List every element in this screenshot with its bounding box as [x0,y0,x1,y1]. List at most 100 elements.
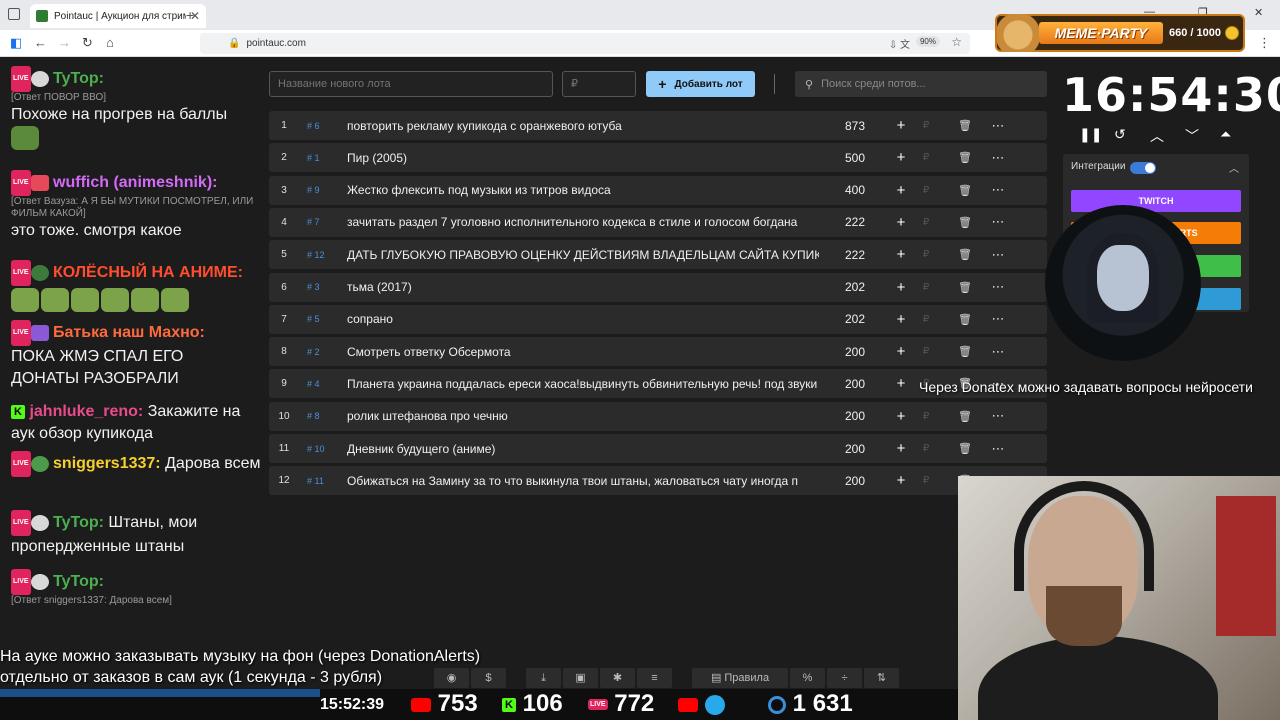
add-amount-icon[interactable]: + [891,440,911,457]
lot-name[interactable]: Планета украина поддалась ереси хаоса!вы… [347,377,819,391]
download-icon[interactable]: ⤓ [526,668,561,688]
address-bar[interactable]: 🔒 pointauc.com ⇩ 文 90% ☆ [200,33,970,54]
ruble-input-icon[interactable]: ₽ [911,411,941,422]
delete-icon[interactable]: 🗑 [941,442,989,455]
ruble-input-icon[interactable]: ₽ [911,282,941,293]
ruble-input-icon[interactable]: ₽ [911,443,941,454]
ruble-input-icon[interactable]: ₽ [911,346,941,357]
add-amount-icon[interactable]: + [891,214,911,231]
ruble-input-icon[interactable]: ₽ [911,152,941,163]
new-lot-name-input[interactable] [269,71,553,97]
add-amount-icon[interactable]: + [891,375,911,392]
bookmark-star-icon[interactable]: ☆ [951,35,962,49]
lot-amount[interactable]: 200 [819,409,891,423]
add-amount-icon[interactable]: + [891,408,911,425]
lot-fast-id[interactable]: # 6 [299,121,347,131]
more-options-icon[interactable]: ⋯ [989,182,1007,198]
more-options-icon[interactable]: ⋯ [989,344,1007,360]
lot-amount[interactable]: 200 [819,474,891,488]
lot-fast-id[interactable]: # 1 [299,153,347,163]
lot-name[interactable]: Пир (2005) [347,151,819,165]
lot-row[interactable]: 8 # 2 Смотреть ответку Обсермота 200 + ₽ 🗑 ⋯ [269,337,1047,367]
save-icon[interactable]: ▣ [563,668,598,688]
add-amount-icon[interactable]: + [891,279,911,296]
lot-fast-id[interactable]: # 8 [299,411,347,421]
rules-button[interactable]: ▤ Правила [692,668,788,688]
add-lot-button[interactable]: + Добавить лот [646,71,755,97]
delete-icon[interactable]: 🗑 [941,119,989,132]
delete-icon[interactable]: 🗑 [941,410,989,423]
lot-row[interactable]: 10 # 8 ролик штефанова про чечню 200 + ₽ 🗑 ⋯ [269,401,1047,431]
tab-list-icon[interactable] [8,8,20,20]
lot-name[interactable]: Жестко флексить под музыки из титров вид… [347,183,819,197]
clear-icon[interactable]: ≡ [637,668,672,688]
forward-icon[interactable]: → [58,35,71,50]
more-options-icon[interactable]: ⋯ [989,118,1007,134]
more-options-icon[interactable]: ⋯ [989,441,1007,457]
lot-name[interactable]: ДАТЬ ГЛУБОКУЮ ПРАВОВУЮ ОЦЕНКУ ДЕЙСТВИЯМ … [347,248,819,262]
reload-icon[interactable]: ↻ [82,35,93,51]
lot-row[interactable]: 7 # 5 сопрано 202 + ₽ 🗑 ⋯ [269,304,1047,334]
lot-amount[interactable]: 222 [819,215,891,229]
divide-icon[interactable]: ÷ [827,668,862,688]
back-icon[interactable]: ← [34,35,47,50]
lot-amount[interactable]: 200 [819,377,891,391]
lot-name[interactable]: ролик штефанова про чечню [347,409,819,423]
more-options-icon[interactable]: ⋯ [989,279,1007,295]
ruble-input-icon[interactable]: ₽ [911,120,941,131]
lot-amount[interactable]: 202 [819,280,891,294]
donate-icon[interactable]: $ [471,668,506,688]
add-amount-icon[interactable]: + [891,472,911,489]
lot-amount[interactable]: 873 [819,119,891,133]
lot-name[interactable]: Обижаться на Замину за то что выкинула т… [347,474,819,488]
lot-row[interactable]: 12 # 11 Обижаться на Замину за то что выки… [269,466,1047,496]
add-amount-icon[interactable]: + [891,117,911,134]
lot-search-input[interactable]: ⚲ Поиск среди потов... [795,71,1047,97]
add-amount-icon[interactable]: + [891,246,911,263]
chevron-down-icon[interactable]: ﹀ [1185,126,1199,146]
ruble-input-icon[interactable]: ₽ [911,185,941,196]
lot-name[interactable]: повторить рекламу купикода с оранжевого … [347,119,819,133]
delete-icon[interactable]: 🗑 [941,151,989,164]
new-lot-price-input[interactable] [562,71,636,97]
more-options-icon[interactable]: ⋯ [989,408,1007,424]
collapse-icon[interactable]: ︿ [1229,160,1239,175]
reset-icon[interactable]: ↺ [1114,126,1126,143]
lot-fast-id[interactable]: # 10 [299,444,347,454]
bug-icon[interactable]: ✱ [600,668,635,688]
delete-icon[interactable]: 🗑 [941,281,989,294]
pause-icon[interactable]: ❚❚ [1079,126,1102,143]
add-amount-icon[interactable]: + [891,343,911,360]
lot-row[interactable]: 3 # 9 Жестко флексить под музыки из титров… [269,175,1047,205]
ruble-input-icon[interactable]: ₽ [911,217,941,228]
delete-icon[interactable]: 🗑 [941,216,989,229]
lot-amount[interactable]: 202 [819,312,891,326]
ruble-input-icon[interactable]: ₽ [911,475,941,486]
ruble-input-icon[interactable]: ₽ [911,249,941,260]
more-options-icon[interactable]: ⋯ [989,150,1007,166]
lot-amount[interactable]: 400 [819,183,891,197]
percent-button[interactable]: % [790,668,825,688]
sort-icon[interactable]: ⇅ [864,668,899,688]
new-tab-icon[interactable]: + [186,7,194,23]
lot-fast-id[interactable]: # 3 [299,282,347,292]
add-amount-icon[interactable]: + [891,149,911,166]
lot-row[interactable]: 6 # 3 тьма (2017) 202 + ₽ 🗑 ⋯ [269,272,1047,302]
delete-icon[interactable]: 🗑 [941,248,989,261]
more-options-icon[interactable]: ⋯ [989,247,1007,263]
translate-icon[interactable]: ⇩ 文 [889,36,910,51]
more-options-icon[interactable]: ⋯ [989,214,1007,230]
lot-row[interactable]: 2 # 1 Пир (2005) 500 + ₽ 🗑 ⋯ [269,143,1047,173]
more-options-icon[interactable]: ⋯ [989,311,1007,327]
delete-icon[interactable]: 🗑 [941,184,989,197]
home-icon[interactable]: ⌂ [106,35,114,50]
lot-fast-id[interactable]: # 5 [299,314,347,324]
github-icon[interactable]: ◉ [434,668,469,688]
lot-row[interactable]: 1 # 6 повторить рекламу купикода с оранжев… [269,111,1047,140]
lot-row[interactable]: 5 # 12 ДАТЬ ГЛУБОКУЮ ПРАВОВУЮ ОЦЕНКУ ДЕЙСТ… [269,240,1047,270]
lot-amount[interactable]: 200 [819,345,891,359]
integrations-toggle[interactable] [1130,162,1156,174]
browser-tab-active[interactable]: Pointauc | Аукцион для стриме ✕ [30,4,206,28]
lot-name[interactable]: тьма (2017) [347,280,819,294]
zoom-indicator[interactable]: 90% [915,36,940,47]
